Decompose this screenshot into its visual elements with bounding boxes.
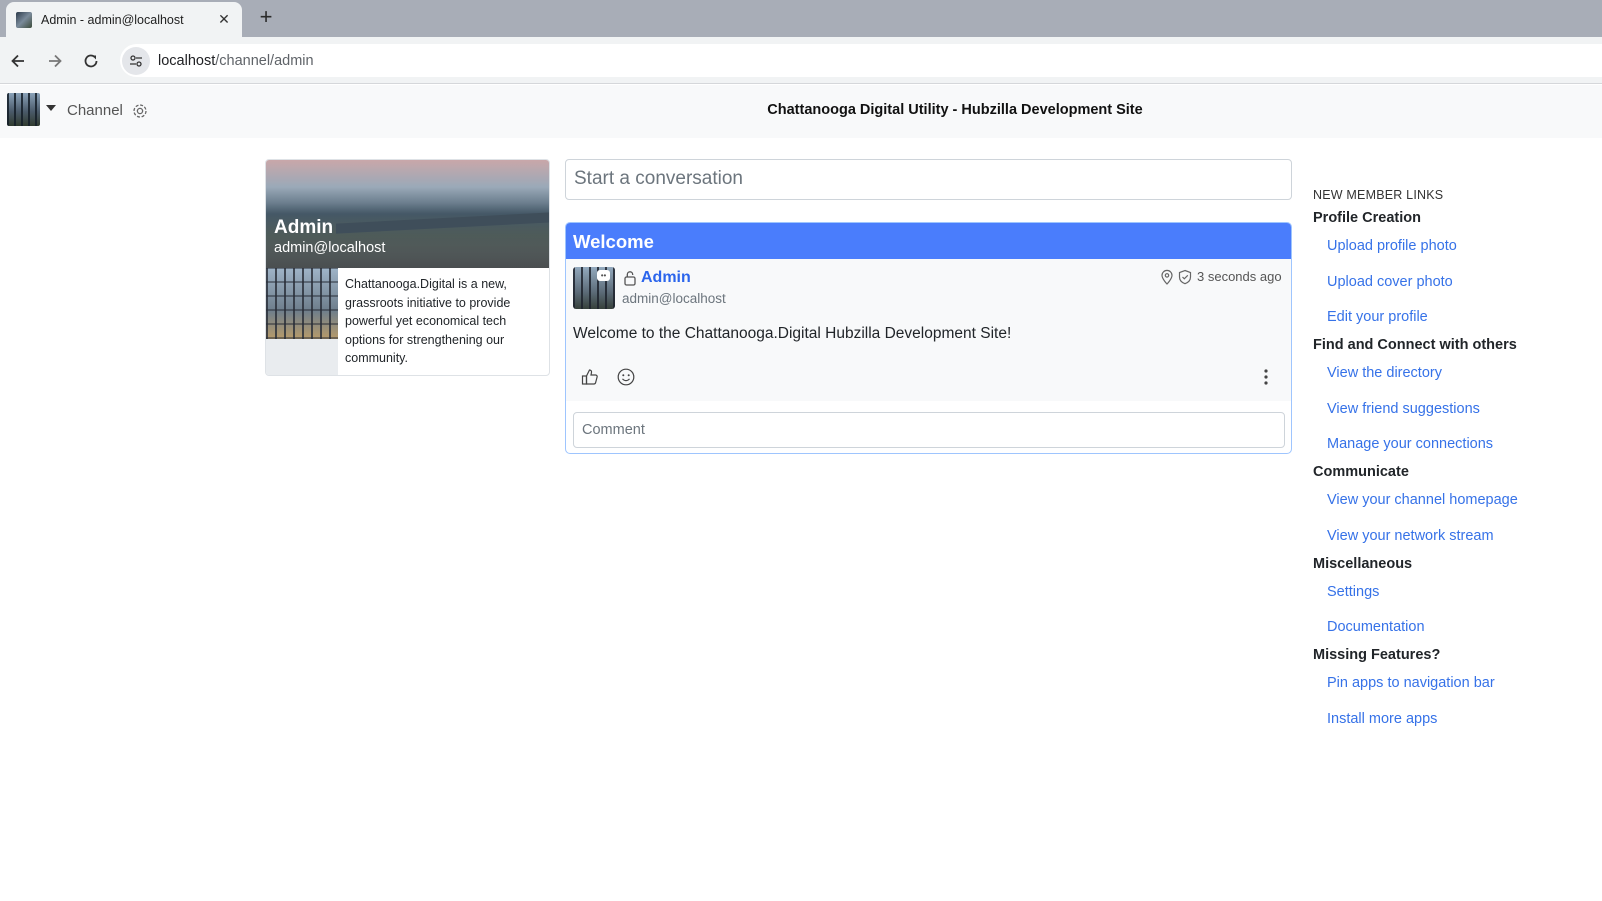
url-text: localhost/channel/admin	[158, 53, 314, 69]
section-find-connect: Find and Connect with others	[1313, 337, 1517, 353]
new-member-links-sidebar: NEW MEMBER LINKS Profile Creation Upload…	[1313, 188, 1593, 742]
profile-photo[interactable]	[266, 268, 338, 339]
start-conversation-input[interactable]: Start a conversation	[565, 159, 1292, 200]
thumbs-up-icon[interactable]	[580, 367, 600, 387]
author-badge-icon: ••	[597, 270, 610, 281]
emoji-icon[interactable]	[616, 367, 636, 387]
site-navbar: Channel Chattanooga Digital Utility - Hu…	[0, 85, 1602, 138]
cover-photo[interactable]: Admin admin@localhost	[266, 160, 549, 268]
post-text: Welcome to the Chattanooga.Digital Hubzi…	[573, 325, 1012, 342]
more-options-icon[interactable]	[1258, 367, 1274, 387]
post-body: •• Admin admin@localhost 3 seconds ago W…	[566, 259, 1291, 401]
new-tab-icon[interactable]: +	[254, 4, 278, 30]
comment-input[interactable]: Comment	[573, 412, 1285, 448]
back-icon[interactable]	[6, 49, 30, 73]
link-upload-cover-photo[interactable]: Upload cover photo	[1313, 270, 1593, 306]
link-settings[interactable]: Settings	[1313, 580, 1593, 616]
author-name[interactable]: Admin	[641, 269, 691, 287]
close-tab-icon[interactable]: ✕	[216, 11, 232, 28]
cover-bridge-graphic	[336, 212, 549, 234]
link-install-apps[interactable]: Install more apps	[1313, 707, 1593, 743]
url-path: /channel/admin	[215, 52, 314, 69]
shield-check-icon	[1178, 269, 1192, 285]
post-card: Welcome •• Admin admin@localhost 3 secon…	[565, 222, 1292, 454]
browser-toolbar: localhost/channel/admin	[0, 37, 1602, 84]
link-documentation[interactable]: Documentation	[1313, 615, 1593, 643]
address-bar[interactable]: localhost/channel/admin	[120, 44, 1602, 77]
link-manage-connections[interactable]: Manage your connections	[1313, 432, 1593, 460]
profile-handle: admin@localhost	[274, 240, 386, 256]
profile-photo-spacer	[266, 339, 338, 375]
sidebar-heading: NEW MEMBER LINKS	[1313, 188, 1444, 202]
link-friend-suggestions[interactable]: View friend suggestions	[1313, 397, 1593, 433]
site-name[interactable]: Chattanooga Digital Utility - Hubzilla D…	[0, 102, 1602, 118]
link-upload-profile-photo[interactable]: Upload profile photo	[1313, 234, 1593, 270]
link-view-directory[interactable]: View the directory	[1313, 361, 1593, 397]
post-title: Welcome	[566, 223, 1291, 259]
link-edit-profile[interactable]: Edit your profile	[1313, 305, 1593, 333]
browser-tab-bar: Admin - admin@localhost ✕ +	[0, 0, 1602, 37]
url-host: localhost	[158, 52, 216, 69]
location-pin-icon	[1160, 269, 1174, 285]
link-channel-homepage[interactable]: View your channel homepage	[1313, 488, 1593, 524]
reload-icon[interactable]	[79, 49, 103, 73]
browser-tab[interactable]: Admin - admin@localhost ✕	[6, 2, 242, 37]
link-pin-apps[interactable]: Pin apps to navigation bar	[1313, 671, 1593, 707]
section-profile-creation: Profile Creation	[1313, 210, 1421, 226]
tab-title: Admin - admin@localhost	[41, 12, 184, 27]
section-communicate: Communicate	[1313, 464, 1409, 480]
link-network-stream[interactable]: View your network stream	[1313, 524, 1593, 552]
profile-name: Admin	[274, 217, 334, 238]
forward-icon[interactable]	[43, 49, 67, 73]
post-timestamp[interactable]: 3 seconds ago	[1197, 269, 1282, 284]
section-missing-features: Missing Features?	[1313, 647, 1441, 663]
favicon-icon	[16, 11, 32, 28]
lock-icon	[623, 270, 637, 286]
site-info-icon[interactable]	[122, 46, 150, 75]
profile-about: Chattanooga.Digital is a new, grassroots…	[345, 277, 511, 365]
section-miscellaneous: Miscellaneous	[1313, 555, 1413, 572]
author-handle: admin@localhost	[622, 291, 726, 306]
profile-card: Admin admin@localhost Chattanooga.Digita…	[265, 159, 550, 376]
